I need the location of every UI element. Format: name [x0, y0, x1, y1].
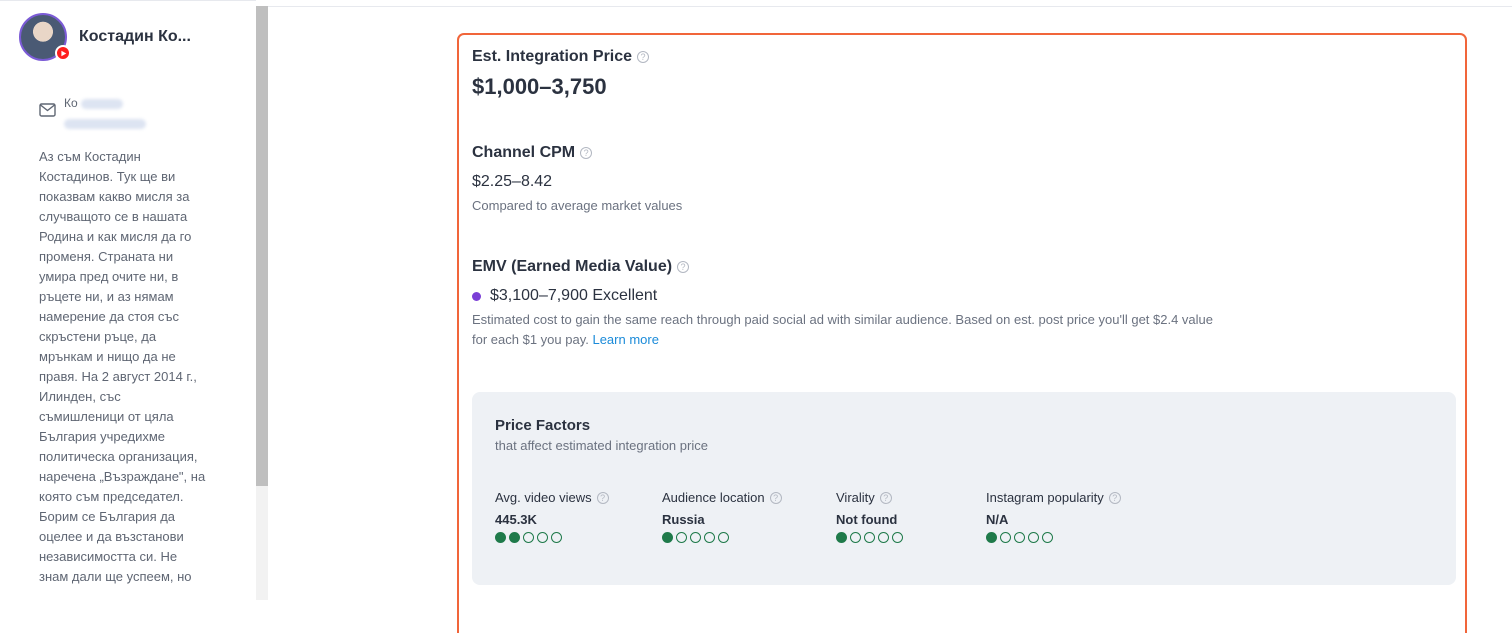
cpm-note: Compared to average market values — [472, 198, 683, 213]
rating-dot-filled — [509, 532, 520, 543]
factor-label: Audience location — [662, 490, 765, 505]
blurred-text — [81, 98, 124, 109]
rating-dot-empty — [892, 532, 903, 543]
factor-label: Avg. video views — [495, 490, 592, 505]
emv-value-row: $3,100–7,900 Excellent — [472, 287, 657, 305]
emv-value: $3,100–7,900 Excellent — [490, 287, 658, 304]
emv-note: Estimated cost to gain the same reach th… — [472, 310, 1272, 350]
factor-rating — [986, 532, 1121, 543]
profile-name: Костадин Ко... — [79, 28, 191, 45]
price-factors-title: Price Factors — [495, 417, 591, 434]
rating-dot-empty — [537, 532, 548, 543]
cpm-value: $2.25–8.42 — [472, 173, 553, 190]
cpm-title: Channel CPM ? — [472, 144, 593, 162]
factor-label: Instagram popularity — [986, 490, 1104, 505]
factor-value: N/A — [986, 512, 1009, 527]
help-icon[interactable]: ? — [580, 147, 593, 159]
integration-price-label: Est. Integration Price — [472, 48, 633, 65]
rating-dot-empty — [1000, 532, 1011, 543]
rating-dot-empty — [676, 532, 687, 543]
rating-dot-empty — [1028, 532, 1039, 543]
blurred-text — [64, 118, 146, 129]
help-icon[interactable]: ? — [637, 51, 650, 63]
rating-dot-empty — [864, 532, 875, 543]
factor-rating — [495, 532, 609, 543]
factor-value: 445.3K — [495, 512, 537, 527]
channel-profile[interactable]: Костадин Ко... — [19, 13, 191, 61]
factor-virality: Virality? Not found — [836, 490, 903, 543]
emv-title: EMV (Earned Media Value) ? — [472, 258, 690, 276]
emv-note-line: Estimated cost to gain the same reach th… — [472, 312, 1214, 327]
sidebar-scrollbar-thumb[interactable] — [256, 6, 268, 486]
rating-dot-empty — [690, 532, 701, 543]
integration-price-value: $1,000–3,750 — [472, 74, 607, 99]
help-icon[interactable]: ? — [596, 491, 609, 504]
help-icon[interactable]: ? — [677, 261, 690, 273]
rating-dot-filled — [986, 532, 997, 543]
factor-instagram-popularity: Instagram popularity? N/A — [986, 490, 1121, 543]
contact-email[interactable]: Ко — [39, 93, 146, 133]
divider — [268, 6, 1512, 7]
help-icon[interactable]: ? — [1108, 491, 1121, 504]
help-icon[interactable]: ? — [879, 491, 892, 504]
contact-prefix: Ко — [64, 96, 78, 110]
integration-price-title: Est. Integration Price ? — [472, 48, 650, 66]
factor-rating — [662, 532, 782, 543]
factor-label: Virality — [836, 490, 875, 505]
rating-dot-empty — [704, 532, 715, 543]
rating-dot-empty — [878, 532, 889, 543]
rating-dot-filled — [662, 532, 673, 543]
channel-bio: Аз съм Костадин Костадинов. Тук ще ви по… — [39, 149, 206, 584]
youtube-icon — [55, 45, 71, 61]
factor-rating — [836, 532, 903, 543]
pricing-card: Est. Integration Price ? $1,000–3,750 Ch… — [457, 33, 1467, 633]
price-factors-panel: Price Factors that affect estimated inte… — [472, 392, 1456, 585]
mail-icon — [39, 103, 56, 117]
factor-value: Not found — [836, 512, 898, 527]
emv-label: EMV (Earned Media Value) — [472, 258, 673, 275]
rating-dot-filled — [836, 532, 847, 543]
price-factors-subtitle: that affect estimated integration price — [495, 438, 708, 453]
factor-audience-location: Audience location? Russia — [662, 490, 782, 543]
rating-dot-empty — [718, 532, 729, 543]
status-dot-icon — [472, 291, 481, 301]
learn-more-link[interactable]: Learn more — [592, 332, 658, 347]
factor-value: Russia — [662, 512, 705, 527]
avatar — [19, 13, 71, 61]
rating-dot-empty — [1042, 532, 1053, 543]
factor-avg-video-views: Avg. video views? 445.3K — [495, 490, 609, 543]
rating-dot-filled — [495, 532, 506, 543]
cpm-label: Channel CPM — [472, 144, 576, 161]
sidebar: Костадин Ко... Ко Аз съм Костадин Костад… — [0, 0, 256, 600]
help-icon[interactable]: ? — [769, 491, 782, 504]
rating-dot-empty — [850, 532, 861, 543]
rating-dot-empty — [523, 532, 534, 543]
rating-dot-empty — [551, 532, 562, 543]
rating-dot-empty — [1014, 532, 1025, 543]
emv-note-line: for each $1 you pay. — [472, 332, 589, 347]
